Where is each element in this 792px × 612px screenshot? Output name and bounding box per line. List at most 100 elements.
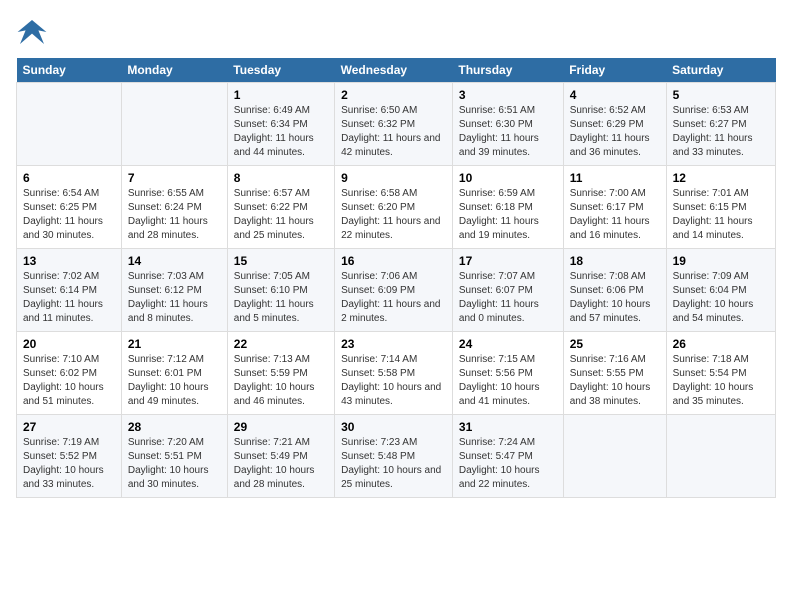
day-detail: Sunrise: 7:14 AM Sunset: 5:58 PM Dayligh… xyxy=(341,353,446,409)
day-number: 21 xyxy=(128,337,221,351)
day-number: 18 xyxy=(570,254,660,268)
calendar-cell: 25 Sunrise: 7:16 AM Sunset: 5:55 PM Dayli… xyxy=(563,332,666,415)
day-detail: Sunrise: 6:49 AM Sunset: 6:34 PM Dayligh… xyxy=(234,104,328,160)
calendar-cell: 11 Sunrise: 7:00 AM Sunset: 6:17 PM Dayli… xyxy=(563,166,666,249)
day-number: 30 xyxy=(341,420,446,434)
day-number: 13 xyxy=(23,254,115,268)
day-detail: Sunrise: 7:08 AM Sunset: 6:06 PM Dayligh… xyxy=(570,270,660,326)
calendar-cell: 1 Sunrise: 6:49 AM Sunset: 6:34 PM Daylig… xyxy=(227,83,334,166)
day-detail: Sunrise: 7:23 AM Sunset: 5:48 PM Dayligh… xyxy=(341,436,446,492)
calendar-cell xyxy=(666,415,775,498)
day-number: 22 xyxy=(234,337,328,351)
calendar-table: SundayMondayTuesdayWednesdayThursdayFrid… xyxy=(16,58,776,498)
calendar-cell: 5 Sunrise: 6:53 AM Sunset: 6:27 PM Daylig… xyxy=(666,83,775,166)
calendar-cell: 7 Sunrise: 6:55 AM Sunset: 6:24 PM Daylig… xyxy=(121,166,227,249)
calendar-cell: 12 Sunrise: 7:01 AM Sunset: 6:15 PM Dayli… xyxy=(666,166,775,249)
calendar-week-5: 27 Sunrise: 7:19 AM Sunset: 5:52 PM Dayli… xyxy=(17,415,776,498)
day-number: 3 xyxy=(459,88,557,102)
calendar-cell: 6 Sunrise: 6:54 AM Sunset: 6:25 PM Daylig… xyxy=(17,166,122,249)
day-detail: Sunrise: 6:54 AM Sunset: 6:25 PM Dayligh… xyxy=(23,187,115,243)
calendar-cell: 20Sunrise: 7:10 AM Sunset: 6:02 PM Dayli… xyxy=(17,332,122,415)
day-detail: Sunrise: 7:01 AM Sunset: 6:15 PM Dayligh… xyxy=(673,187,769,243)
day-of-week-thursday: Thursday xyxy=(452,58,563,83)
calendar-cell: 18 Sunrise: 7:08 AM Sunset: 6:06 PM Dayli… xyxy=(563,249,666,332)
day-detail: Sunrise: 7:18 AM Sunset: 5:54 PM Dayligh… xyxy=(673,353,769,409)
calendar-cell: 3 Sunrise: 6:51 AM Sunset: 6:30 PM Daylig… xyxy=(452,83,563,166)
day-number: 27 xyxy=(23,420,115,434)
day-detail: Sunrise: 6:50 AM Sunset: 6:32 PM Dayligh… xyxy=(341,104,446,160)
day-detail: Sunrise: 7:00 AM Sunset: 6:17 PM Dayligh… xyxy=(570,187,660,243)
calendar-cell: 22 Sunrise: 7:13 AM Sunset: 5:59 PM Dayli… xyxy=(227,332,334,415)
day-number: 7 xyxy=(128,171,221,185)
day-detail: Sunrise: 6:53 AM Sunset: 6:27 PM Dayligh… xyxy=(673,104,769,160)
calendar-cell: 13Sunrise: 7:02 AM Sunset: 6:14 PM Dayli… xyxy=(17,249,122,332)
day-detail: Sunrise: 7:06 AM Sunset: 6:09 PM Dayligh… xyxy=(341,270,446,326)
calendar-cell xyxy=(17,83,122,166)
logo xyxy=(16,16,52,48)
day-of-week-monday: Monday xyxy=(121,58,227,83)
day-number: 19 xyxy=(673,254,769,268)
day-number: 12 xyxy=(673,171,769,185)
day-detail: Sunrise: 7:21 AM Sunset: 5:49 PM Dayligh… xyxy=(234,436,328,492)
day-number: 8 xyxy=(234,171,328,185)
day-number: 31 xyxy=(459,420,557,434)
calendar-cell: 26 Sunrise: 7:18 AM Sunset: 5:54 PM Dayli… xyxy=(666,332,775,415)
day-number: 26 xyxy=(673,337,769,351)
calendar-week-4: 20Sunrise: 7:10 AM Sunset: 6:02 PM Dayli… xyxy=(17,332,776,415)
calendar-cell: 8 Sunrise: 6:57 AM Sunset: 6:22 PM Daylig… xyxy=(227,166,334,249)
day-detail: Sunrise: 7:19 AM Sunset: 5:52 PM Dayligh… xyxy=(23,436,115,492)
calendar-cell: 19Sunrise: 7:09 AM Sunset: 6:04 PM Dayli… xyxy=(666,249,775,332)
day-number: 10 xyxy=(459,171,557,185)
calendar-cell: 21 Sunrise: 7:12 AM Sunset: 6:01 PM Dayli… xyxy=(121,332,227,415)
day-number: 1 xyxy=(234,88,328,102)
day-detail: Sunrise: 6:51 AM Sunset: 6:30 PM Dayligh… xyxy=(459,104,557,160)
day-number: 14 xyxy=(128,254,221,268)
day-number: 5 xyxy=(673,88,769,102)
page-header xyxy=(16,16,776,48)
day-detail: Sunrise: 7:05 AM Sunset: 6:10 PM Dayligh… xyxy=(234,270,328,326)
day-detail: Sunrise: 6:58 AM Sunset: 6:20 PM Dayligh… xyxy=(341,187,446,243)
day-number: 9 xyxy=(341,171,446,185)
day-number: 6 xyxy=(23,171,115,185)
day-detail: Sunrise: 7:16 AM Sunset: 5:55 PM Dayligh… xyxy=(570,353,660,409)
day-detail: Sunrise: 6:55 AM Sunset: 6:24 PM Dayligh… xyxy=(128,187,221,243)
day-of-week-sunday: Sunday xyxy=(17,58,122,83)
day-number: 2 xyxy=(341,88,446,102)
calendar-cell: 17 Sunrise: 7:07 AM Sunset: 6:07 PM Dayli… xyxy=(452,249,563,332)
calendar-cell: 4 Sunrise: 6:52 AM Sunset: 6:29 PM Daylig… xyxy=(563,83,666,166)
day-of-week-tuesday: Tuesday xyxy=(227,58,334,83)
day-detail: Sunrise: 6:59 AM Sunset: 6:18 PM Dayligh… xyxy=(459,187,557,243)
day-detail: Sunrise: 7:12 AM Sunset: 6:01 PM Dayligh… xyxy=(128,353,221,409)
day-number: 25 xyxy=(570,337,660,351)
day-detail: Sunrise: 7:07 AM Sunset: 6:07 PM Dayligh… xyxy=(459,270,557,326)
day-number: 24 xyxy=(459,337,557,351)
calendar-cell: 27 Sunrise: 7:19 AM Sunset: 5:52 PM Dayli… xyxy=(17,415,122,498)
day-detail: Sunrise: 7:03 AM Sunset: 6:12 PM Dayligh… xyxy=(128,270,221,326)
day-number: 16 xyxy=(341,254,446,268)
calendar-cell: 29 Sunrise: 7:21 AM Sunset: 5:49 PM Dayli… xyxy=(227,415,334,498)
day-detail: Sunrise: 6:57 AM Sunset: 6:22 PM Dayligh… xyxy=(234,187,328,243)
calendar-cell: 2 Sunrise: 6:50 AM Sunset: 6:32 PM Daylig… xyxy=(335,83,453,166)
calendar-cell xyxy=(121,83,227,166)
day-of-week-wednesday: Wednesday xyxy=(335,58,453,83)
day-number: 29 xyxy=(234,420,328,434)
day-number: 15 xyxy=(234,254,328,268)
day-number: 20 xyxy=(23,337,115,351)
calendar-cell: 31 Sunrise: 7:24 AM Sunset: 5:47 PM Dayli… xyxy=(452,415,563,498)
day-number: 28 xyxy=(128,420,221,434)
day-detail: Sunrise: 7:13 AM Sunset: 5:59 PM Dayligh… xyxy=(234,353,328,409)
day-number: 11 xyxy=(570,171,660,185)
calendar-cell: 30 Sunrise: 7:23 AM Sunset: 5:48 PM Dayli… xyxy=(335,415,453,498)
calendar-cell: 14 Sunrise: 7:03 AM Sunset: 6:12 PM Dayli… xyxy=(121,249,227,332)
day-number: 4 xyxy=(570,88,660,102)
day-number: 17 xyxy=(459,254,557,268)
day-number: 23 xyxy=(341,337,446,351)
calendar-cell: 24Sunrise: 7:15 AM Sunset: 5:56 PM Dayli… xyxy=(452,332,563,415)
calendar-week-1: 1 Sunrise: 6:49 AM Sunset: 6:34 PM Daylig… xyxy=(17,83,776,166)
logo-icon xyxy=(16,16,48,48)
day-detail: Sunrise: 7:24 AM Sunset: 5:47 PM Dayligh… xyxy=(459,436,557,492)
day-of-week-friday: Friday xyxy=(563,58,666,83)
calendar-cell: 15 Sunrise: 7:05 AM Sunset: 6:10 PM Dayli… xyxy=(227,249,334,332)
calendar-cell: 28Sunrise: 7:20 AM Sunset: 5:51 PM Dayli… xyxy=(121,415,227,498)
day-detail: Sunrise: 6:52 AM Sunset: 6:29 PM Dayligh… xyxy=(570,104,660,160)
